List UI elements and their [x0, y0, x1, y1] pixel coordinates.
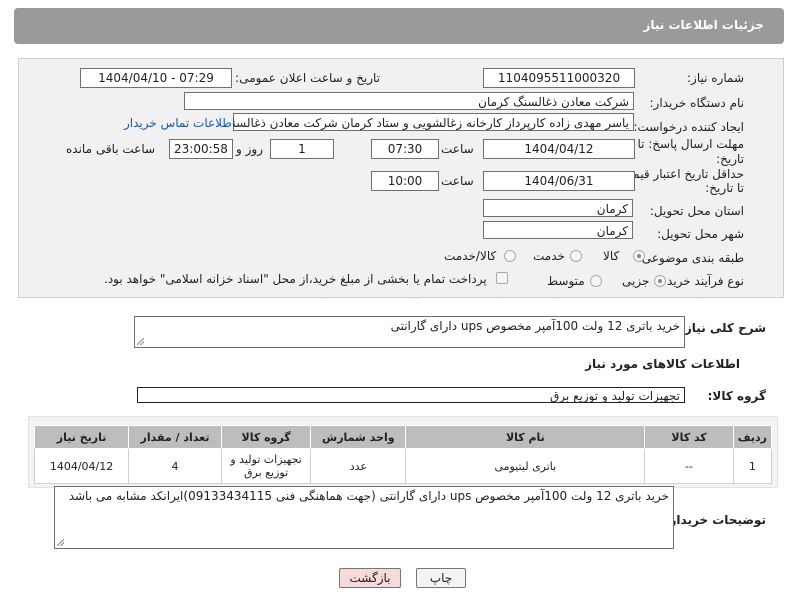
table-row[interactable]: 1 -- باتری لیتیومی عدد تجهیزات تولید و ت…	[33, 448, 773, 484]
reply-time-field[interactable]: 07:30	[371, 139, 439, 159]
category-option-service: خدمت	[533, 249, 565, 263]
need-number-label: شماره نیاز:	[687, 71, 744, 85]
category-radio-goods[interactable]	[633, 250, 645, 262]
col-header-date: تاریخ نیاز	[33, 425, 130, 449]
goods-section-title: اطلاعات کالاهای مورد نیاز	[585, 357, 740, 371]
cell-date: 1404/04/12	[33, 448, 130, 484]
col-header-group: گروه کالا	[220, 425, 312, 449]
buyer-contact-link[interactable]: اطلاعات تماس خریدار	[124, 116, 235, 130]
cell-code: --	[644, 448, 734, 484]
page-header: جزئیات اطلاعات نیاز	[14, 8, 784, 44]
cell-name: باتری لیتیومی	[405, 448, 646, 484]
category-radio-service[interactable]	[570, 250, 582, 262]
col-header-row: ردیف	[732, 425, 773, 449]
items-table: ردیف کد کالا نام کالا واحد شمارش گروه کا…	[33, 425, 773, 484]
category-option-goods-service: کالا/خدمت	[444, 249, 497, 263]
province-field[interactable]: کرمان	[483, 199, 633, 217]
back-button[interactable]: بازگشت	[339, 568, 401, 588]
announce-date-field[interactable]: 1404/04/10 - 07:29	[80, 68, 232, 88]
resize-grip-icon[interactable]	[57, 539, 64, 546]
process-radio-medium[interactable]	[590, 275, 602, 287]
need-description-field[interactable]: خرید باتری 12 ولت 100آمپر مخصوص ups دارا…	[134, 316, 685, 348]
reply-deadline-label-2: تاریخ:	[716, 152, 744, 166]
need-description-label: شرح کلی نیاز:	[680, 321, 766, 335]
time-remaining-field[interactable]: 23:00:58	[169, 139, 233, 159]
process-option-minor: جزیی	[622, 274, 650, 288]
creator-field[interactable]: یاسر مهدی زاده کارپرداز کارخانه زغالشویی…	[233, 113, 634, 131]
process-radio-minor[interactable]	[654, 275, 666, 287]
price-validity-label-2: تا تاریخ:	[705, 181, 744, 195]
cell-group: تجهیزات تولید و توزیع برق	[220, 448, 312, 484]
time-remaining-label: ساعت باقی مانده	[66, 142, 156, 156]
col-header-unit: واحد شمارش	[310, 425, 407, 449]
days-label: روز و	[236, 142, 263, 156]
goods-group-field[interactable]: تجهیزات تولید و توزیع برق	[137, 387, 685, 403]
reply-time-label: ساعت	[441, 142, 474, 156]
category-option-goods: کالا	[603, 249, 620, 263]
process-type-label: نوع فرآیند خرید :	[659, 274, 744, 288]
treasury-payment-checkbox[interactable]	[496, 272, 508, 284]
cell-unit: عدد	[310, 448, 407, 484]
buyer-org-field[interactable]: شرکت معادن ذغالسنگ کرمان	[184, 92, 634, 110]
process-option-medium: متوسط	[547, 274, 585, 288]
price-validity-label: حداقل تاریخ اعتبار قیمت:	[617, 167, 744, 181]
city-label: شهر محل تحویل:	[657, 227, 744, 241]
province-label: استان محل تحویل:	[649, 204, 744, 218]
col-header-code: کد کالا	[644, 425, 734, 449]
treasury-payment-note: پرداخت تمام یا بخشی از مبلغ خرید،از محل …	[104, 272, 487, 286]
city-field[interactable]: کرمان	[483, 221, 633, 239]
need-number-field[interactable]: 1104095511000320	[483, 68, 635, 88]
col-header-name: نام کالا	[405, 425, 646, 449]
category-label: طبقه بندی موضوعی:	[637, 251, 744, 265]
need-description-text: خرید باتری 12 ولت 100آمپر مخصوص ups دارا…	[390, 319, 680, 333]
buyer-notes-label: توضیحات خریدار:	[664, 513, 766, 527]
buyer-org-label: نام دستگاه خریدار:	[649, 96, 745, 110]
validity-date-field[interactable]: 1404/06/31	[483, 171, 635, 191]
validity-time-field[interactable]: 10:00	[371, 171, 439, 191]
category-radio-goods-service[interactable]	[504, 250, 516, 262]
buyer-notes-field[interactable]: خرید باتری 12 ولت 100آمپر مخصوص ups دارا…	[54, 486, 674, 549]
cell-qty: 4	[128, 448, 222, 484]
announce-date-label: تاریخ و ساعت اعلان عمومی:	[235, 71, 380, 85]
print-button[interactable]: چاپ	[416, 568, 466, 588]
validity-time-label: ساعت	[441, 174, 474, 188]
days-remaining-field[interactable]: 1	[270, 139, 334, 159]
creator-label: ایجاد کننده درخواست:	[633, 120, 744, 134]
cell-row: 1	[732, 448, 773, 484]
buyer-notes-text: خرید باتری 12 ولت 100آمپر مخصوص ups دارا…	[68, 489, 669, 503]
goods-group-label: گروه کالا:	[707, 389, 766, 403]
reply-deadline-label: مهلت ارسال پاسخ: تا	[637, 137, 744, 151]
reply-date-field[interactable]: 1404/04/12	[483, 139, 635, 159]
items-table-header: ردیف کد کالا نام کالا واحد شمارش گروه کا…	[33, 425, 773, 449]
col-header-qty: تعداد / مقدار	[128, 425, 222, 449]
page-title: جزئیات اطلاعات نیاز	[643, 18, 764, 32]
resize-grip-icon[interactable]	[137, 338, 144, 345]
